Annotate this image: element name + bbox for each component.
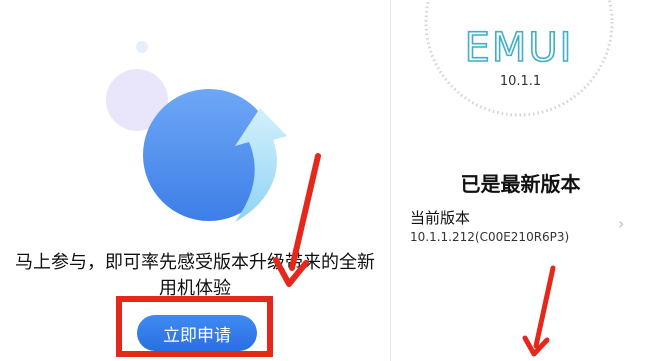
early-access-notice: 马上参与，即可率先感受版本升级带来的全新 用机体验 bbox=[10, 250, 380, 302]
chevron-right-icon: › bbox=[618, 214, 625, 233]
small-bubble-icon bbox=[136, 41, 148, 53]
current-version-value: 10.1.1.212(C00E210R6P3) bbox=[410, 230, 570, 244]
status-title: 已是最新版本 bbox=[460, 172, 581, 196]
annotation-arrow-icon bbox=[522, 265, 556, 357]
current-version-label: 当前版本 bbox=[410, 209, 471, 227]
notice-line-1: 马上参与，即可率先感受版本升级带来的全新 bbox=[15, 252, 375, 273]
notice-line-2: 用机体验 bbox=[159, 278, 231, 299]
system-update-panel: EMUI 10.1.1 已是最新版本 当前版本 10.1.1.212(C00E2… bbox=[391, 0, 650, 361]
early-access-panel: 马上参与，即可率先感受版本升级带来的全新 用机体验 立即申请 bbox=[0, 0, 390, 361]
emui-logo: EMUI bbox=[464, 25, 574, 67]
svg-text:EMUI: EMUI bbox=[465, 25, 574, 67]
emui-version-number: 10.1.1 bbox=[499, 74, 542, 89]
apply-now-button[interactable]: 立即申请 bbox=[137, 315, 257, 351]
upgrade-illustration bbox=[106, 41, 287, 222]
current-version-row[interactable]: 当前版本 10.1.1.212(C00E210R6P3) › bbox=[391, 200, 650, 256]
